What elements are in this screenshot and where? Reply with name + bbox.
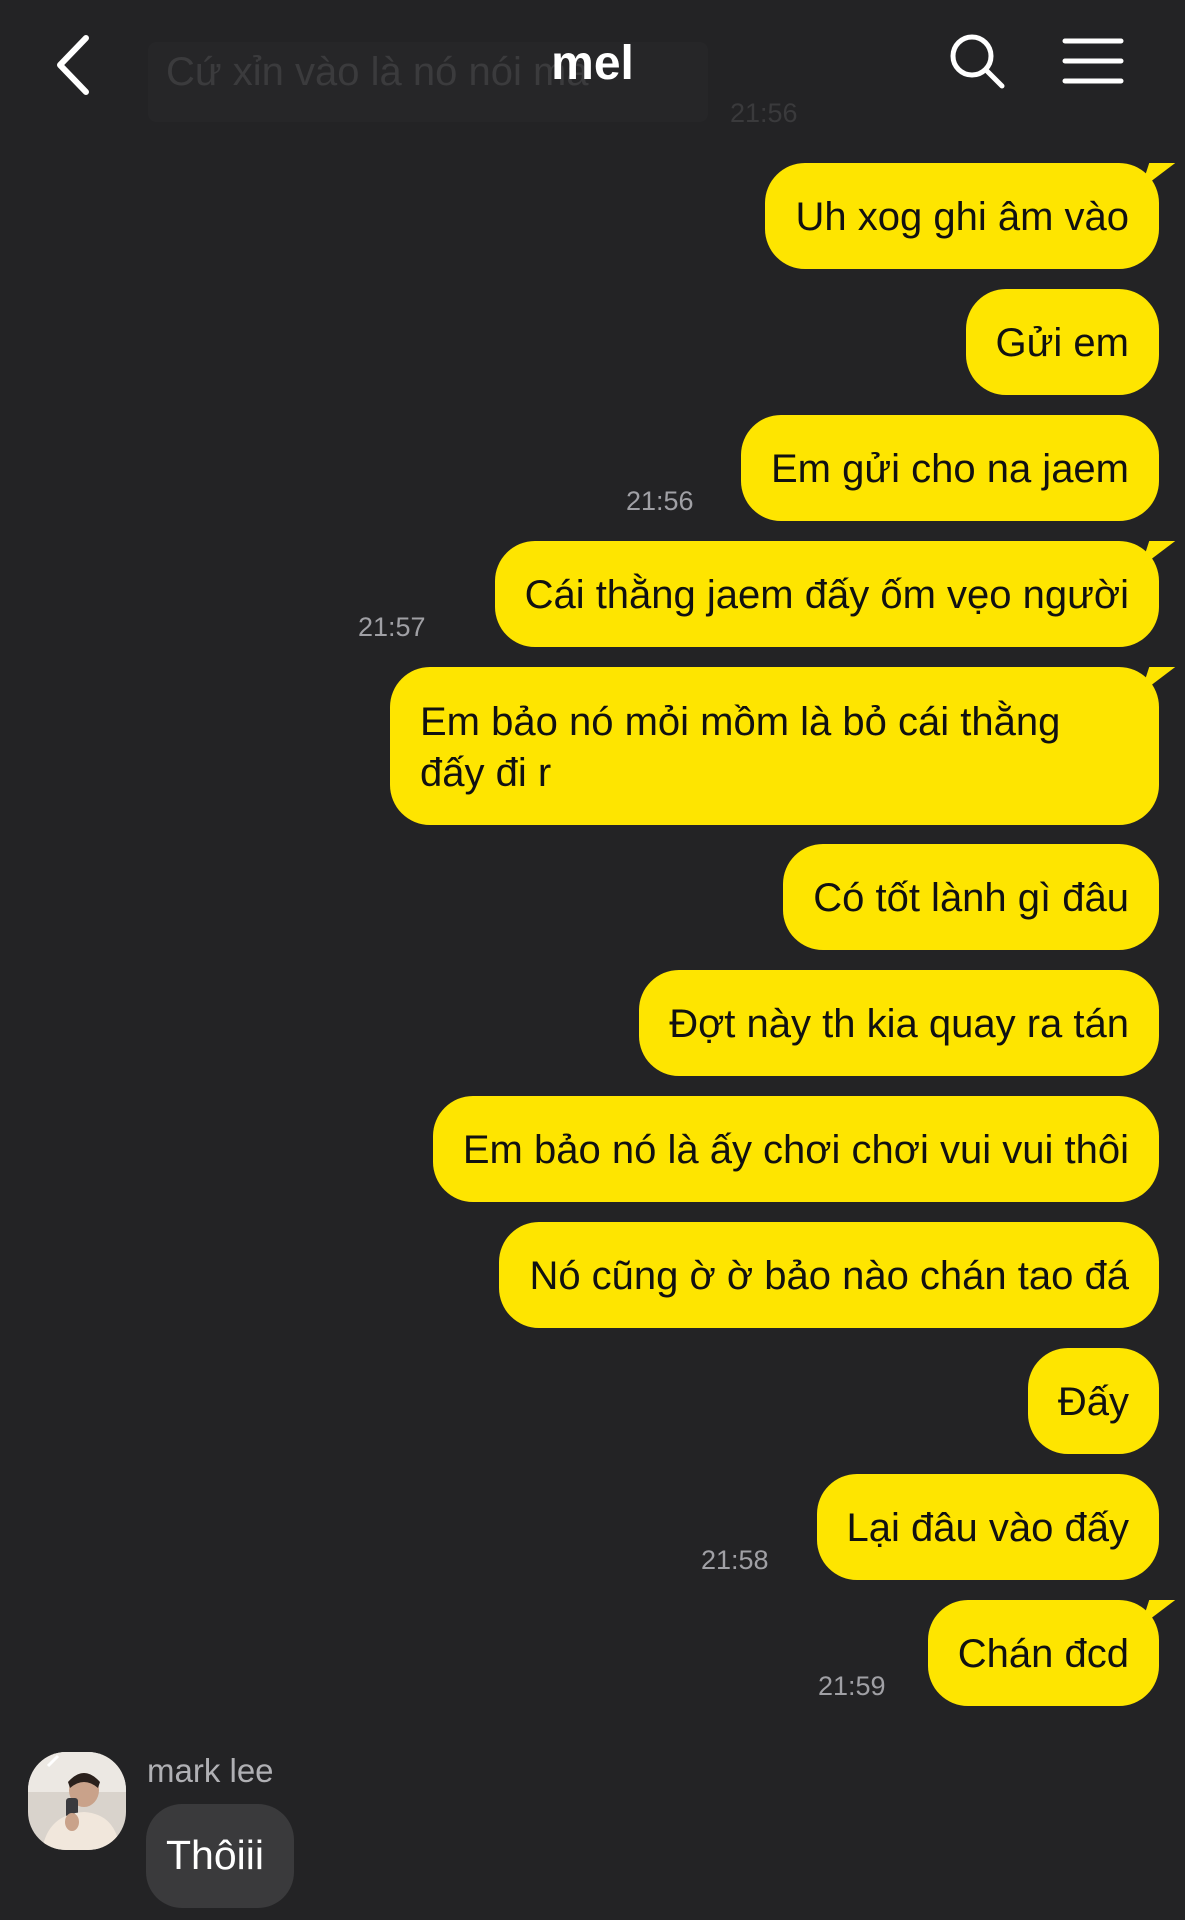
message-time: 21:57 (358, 612, 426, 642)
message-time: 21:58 (701, 1545, 769, 1575)
menu-button[interactable] (1062, 36, 1124, 86)
message-bubble[interactable]: Uh xog ghi âm vào (765, 163, 1159, 269)
message-time: 21:56 (626, 486, 694, 516)
message-bubble[interactable]: Có tốt lành gì đâu (783, 844, 1159, 950)
chat-header: mel (0, 0, 1185, 140)
message-bubble[interactable]: Cái thằng jaem đấy ốm vẹo người (494, 541, 1159, 647)
message-time: 21:59 (818, 1671, 886, 1701)
incoming-message-bubble[interactable]: Thôiii (146, 1804, 294, 1908)
avatar[interactable] (28, 1752, 126, 1850)
menu-icon (1062, 38, 1124, 84)
search-icon (950, 34, 1005, 89)
avatar-photo (28, 1752, 126, 1850)
message-bubble[interactable]: Đợt này th kia quay ra tán (639, 970, 1159, 1076)
message-bubble[interactable]: Gửi em (965, 289, 1159, 395)
message-bubble[interactable]: Đấy (1027, 1348, 1159, 1454)
message-bubble[interactable]: Lại đâu vào đấy (816, 1474, 1159, 1580)
message-bubble[interactable]: Nó cũng ờ ờ bảo nào chán tao đá (499, 1222, 1159, 1328)
message-bubble[interactable]: Em bảo nó mỏi mồm là bỏ cái thằng đấy đi… (390, 667, 1159, 825)
message-bubble[interactable]: Em bảo nó là ấy chơi chơi vui vui thôi (432, 1096, 1159, 1202)
sender-name: mark lee (147, 1752, 274, 1789)
message-bubble[interactable]: Em gửi cho na jaem (740, 415, 1159, 521)
search-button[interactable] (948, 32, 1006, 90)
message-bubble[interactable]: Chán đcd (927, 1600, 1159, 1706)
chat-title: mel (551, 37, 634, 90)
